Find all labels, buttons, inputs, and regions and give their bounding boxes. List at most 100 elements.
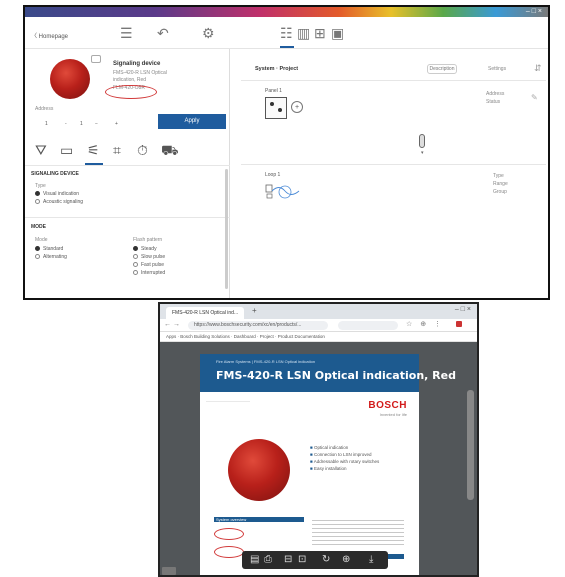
print-icon[interactable]: ⎙ — [264, 553, 272, 567]
rotate-icon[interactable]: ↻ — [322, 553, 330, 567]
radio-standard[interactable]: Standard — [35, 245, 63, 253]
radio-steady[interactable]: Steady — [133, 245, 157, 253]
zoom-in-icon[interactable]: ⊕ — [342, 553, 350, 567]
menu-icon[interactable]: ☰ — [120, 25, 133, 41]
new-tab-icon[interactable]: + — [252, 306, 257, 315]
apply-button[interactable]: Apply — [158, 114, 226, 129]
text-view-icon[interactable]: ☷ — [280, 25, 293, 41]
radio-slow-pulse[interactable]: Slow pulse — [133, 253, 165, 261]
signaling-type-label: Type — [35, 183, 46, 189]
feature-bullets: Optical indication Connection to LSN imp… — [310, 444, 380, 472]
title-bar: – □ × — [25, 7, 548, 17]
configurator-window: – □ × 〈 Homepage ☰ ↶ ⚙ ☷ ▥ ⊞ ▣ Signaling… — [23, 5, 550, 300]
pdf-title: FMS-420-R LSN Optical indication, Red — [216, 369, 456, 382]
pdf-body-text — [312, 517, 404, 547]
window-controls[interactable]: – □ × — [526, 7, 542, 17]
device-description-1: FMS-420-R LSN Optical — [113, 70, 167, 76]
browser-tabstrip: FMS-420-R LSN Optical ind... + – □ × — [160, 304, 477, 319]
bullet-item: Optical indication — [310, 444, 379, 451]
divider — [25, 165, 230, 166]
pdf-scrollbar[interactable] — [467, 390, 474, 500]
network-icon[interactable]: ⛛ — [35, 142, 47, 158]
address-separator: - — [65, 121, 67, 127]
panel-icon[interactable]: ▭ — [60, 142, 73, 158]
url-field[interactable]: https://www.boschsecurity.com/xc/en/prod… — [188, 321, 328, 330]
pdf-viewer: Fire Alarm Systems | FMS-420-R LSN Optic… — [160, 342, 477, 575]
image-view-icon[interactable]: ▣ — [331, 25, 344, 41]
flash-pattern-label: Flash pattern — [133, 237, 163, 243]
address-bar-row: ← → https://www.boschsecurity.com/xc/en/… — [160, 319, 477, 332]
signal-icon[interactable]: ⚟ — [87, 142, 100, 158]
description-button[interactable]: Description — [427, 64, 457, 74]
address-value-2[interactable]: 1 — [80, 120, 83, 128]
loop1-meta-address: Address — [486, 91, 505, 97]
badge-icon — [91, 55, 101, 63]
profile-icon[interactable] — [456, 321, 462, 327]
settings-tab[interactable]: Settings — [488, 66, 506, 73]
device-dot-icon — [278, 108, 282, 112]
truck-icon[interactable]: ⛟ — [161, 142, 179, 158]
loop2-meta-group: Group — [493, 189, 507, 195]
pdf-floating-toolbar: ▤ ⎙ ⊟ ⊡ ↻ ⊕ ⤓ — [242, 551, 388, 569]
bullet-item: Addressable with rotary switches — [310, 458, 380, 465]
section-label: System overview — [216, 517, 247, 522]
radio-fast-pulse[interactable]: Fast pulse — [133, 261, 164, 269]
system-tree-panel: System · Project Description Settings ⇵ … — [231, 49, 548, 298]
address-value-1[interactable]: 1 — [45, 120, 48, 128]
download-icon[interactable]: ⤓ — [369, 553, 373, 567]
zoom-out-icon[interactable]: ⊟ — [284, 553, 292, 567]
browser-window: FMS-420-R LSN Optical ind... + – □ × ← →… — [158, 302, 479, 577]
loop-device-chain[interactable] — [265, 182, 303, 199]
timer-icon[interactable]: ⏱ — [137, 142, 148, 158]
address-decrement-button[interactable]: − — [95, 120, 98, 128]
device-description-2: indication, Red — [113, 77, 147, 83]
settings-icon[interactable]: ⚙ — [202, 25, 215, 41]
columns-view-icon[interactable]: ▥ — [297, 25, 310, 41]
add-device-icon[interactable]: + — [291, 101, 303, 113]
cursor-caret-icon: ▾ — [421, 150, 424, 156]
loop1-meta-status: Status — [486, 99, 501, 105]
panel-1-label: Panel 1 — [265, 88, 282, 94]
back-forward-icon[interactable]: ← → — [164, 321, 180, 328]
radio-alternating[interactable]: Alternating — [35, 253, 67, 261]
panel-device-icon[interactable] — [265, 97, 287, 119]
device-name: Signaling device — [113, 61, 161, 67]
address-increment-button[interactable]: + — [115, 120, 118, 128]
save-icon[interactable]: ▤ — [250, 553, 259, 567]
highlight-circle — [105, 85, 157, 99]
pdf-subtitle: Fire Alarm Systems | FMS-420-R LSN Optic… — [216, 359, 316, 364]
window-controls-icon[interactable]: – □ × — [455, 306, 471, 313]
undo-icon[interactable]: ↶ — [157, 25, 169, 41]
left-pane-scrollbar[interactable] — [225, 169, 228, 289]
signaling-section-title: SIGNALING DEVICE — [31, 171, 79, 177]
page-indicator — [162, 567, 176, 575]
device-dot-icon — [270, 102, 274, 106]
edit-icon[interactable]: ✎ — [531, 93, 538, 102]
bullet-item: Easy installation — [310, 465, 379, 472]
radio-acoustic-signaling[interactable]: Acoustic signaling — [35, 198, 83, 206]
mouse-cursor-icon — [419, 134, 425, 148]
bookmarks-bar[interactable]: Apps · Bosch Building Solutions · Dashbo… — [160, 332, 477, 342]
address-label: Address — [35, 106, 54, 112]
frame-icon[interactable]: ⌗ — [113, 142, 121, 158]
browser-tab[interactable]: FMS-420-R LSN Optical ind... — [166, 307, 244, 319]
fit-icon[interactable]: ⊡ — [298, 553, 306, 567]
radio-visual-indication[interactable]: Visual indication — [35, 190, 79, 198]
search-input[interactable] — [338, 321, 398, 330]
filter-icon[interactable]: ⇵ — [534, 63, 542, 74]
divider — [241, 164, 546, 165]
pdf-meta-line: ——————————— — [206, 398, 250, 403]
grid-view-icon[interactable]: ⊞ — [314, 25, 326, 41]
device-image — [50, 59, 90, 99]
mode-label: Mode — [35, 237, 48, 243]
divider — [241, 80, 546, 81]
bullet-item: Connection to LSN improved — [310, 451, 379, 458]
homepage-back-link[interactable]: 〈 Homepage — [31, 31, 68, 40]
loop2-meta-type: Type — [493, 173, 504, 179]
bosch-logo: BOSCH — [368, 400, 407, 411]
radio-interrupted[interactable]: Interrupted — [133, 269, 165, 277]
active-view-indicator — [280, 46, 294, 48]
main-toolbar: 〈 Homepage ☰ ↶ ⚙ ☷ ▥ ⊞ ▣ — [25, 17, 548, 49]
loop2-meta-range: Range — [493, 181, 508, 187]
extension-icons[interactable]: ☆ ⊕ ⋮ — [406, 320, 444, 328]
